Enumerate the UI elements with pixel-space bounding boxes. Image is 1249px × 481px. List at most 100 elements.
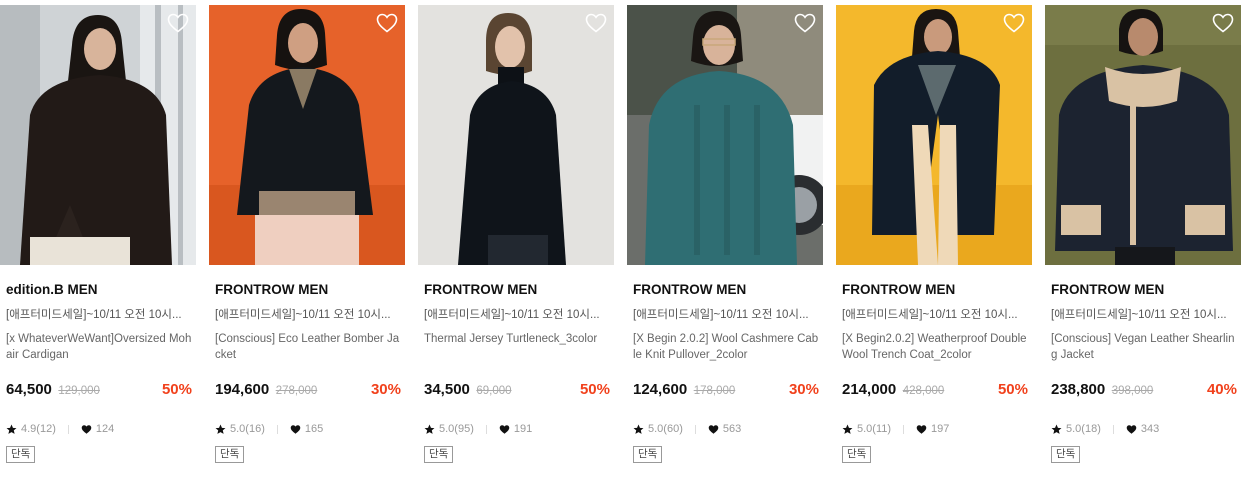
product-brand[interactable]: FRONTROW MEN xyxy=(842,282,955,297)
like-count: 343 xyxy=(1140,423,1160,435)
product-name[interactable]: [Conscious] Vegan Leather Shearling Jack… xyxy=(1051,331,1237,363)
discount-rate: 50% xyxy=(579,381,610,398)
product-brand[interactable]: FRONTROW MEN xyxy=(424,282,537,297)
product-promo: [애프터미드세일]~10/11 오전 10시... xyxy=(842,309,1018,321)
product-card[interactable]: FRONTROW MEN [애프터미드세일]~10/11 오전 10시... [… xyxy=(1045,5,1241,475)
sale-price: 34,500 xyxy=(424,381,470,398)
rating-text: 4.9(12) xyxy=(21,423,56,435)
product-card[interactable]: FRONTROW MEN [애프터미드세일]~10/11 오전 10시... [… xyxy=(209,5,405,475)
heart-filled-icon xyxy=(1126,424,1137,435)
product-meta: 5.0(60) 563 xyxy=(633,421,741,437)
price-row: 34,500 69,000 50% xyxy=(424,381,610,401)
star-icon xyxy=(633,424,644,435)
discount-rate: 40% xyxy=(1206,381,1237,398)
like-count: 191 xyxy=(513,423,533,435)
original-price: 428,000 xyxy=(902,385,945,397)
price-row: 214,000 428,000 50% xyxy=(842,381,1028,401)
product-image[interactable] xyxy=(627,5,823,265)
product-name[interactable]: Thermal Jersey Turtleneck_3color xyxy=(424,331,610,347)
original-price: 278,000 xyxy=(275,385,318,397)
product-meta: 5.0(16) 165 xyxy=(215,421,323,437)
discount-rate: 50% xyxy=(161,381,192,398)
product-promo: [애프터미드세일]~10/11 오전 10시... xyxy=(633,309,809,321)
price-row: 124,600 178,000 30% xyxy=(633,381,819,401)
heart-filled-icon xyxy=(81,424,92,435)
product-name[interactable]: [X Begin 2.0.2] Wool Cashmere Cable Knit… xyxy=(633,331,819,363)
star-icon xyxy=(424,424,435,435)
product-card[interactable]: edition.B MEN [애프터미드세일]~10/11 오전 10시... … xyxy=(0,5,196,475)
product-meta: 5.0(18) 343 xyxy=(1051,421,1159,437)
exclusive-badge: 단독 xyxy=(842,446,872,463)
product-promo: [애프터미드세일]~10/11 오전 10시... xyxy=(215,309,391,321)
product-brand[interactable]: edition.B MEN xyxy=(6,282,98,297)
sale-price: 214,000 xyxy=(842,381,897,398)
product-image[interactable] xyxy=(836,5,1032,265)
product-image[interactable] xyxy=(209,5,405,265)
product-meta: 5.0(11) 197 xyxy=(842,421,949,437)
product-brand[interactable]: FRONTROW MEN xyxy=(1051,282,1164,297)
product-promo: [애프터미드세일]~10/11 오전 10시... xyxy=(6,309,182,321)
product-image[interactable] xyxy=(418,5,614,265)
wishlist-heart-icon[interactable] xyxy=(584,11,608,35)
product-card[interactable]: FRONTROW MEN [애프터미드세일]~10/11 오전 10시... T… xyxy=(418,5,614,475)
rating-text: 5.0(11) xyxy=(857,423,892,435)
rating-text: 5.0(60) xyxy=(648,423,683,435)
heart-filled-icon xyxy=(290,424,301,435)
heart-filled-icon xyxy=(916,424,927,435)
exclusive-badge: 단독 xyxy=(215,446,245,463)
product-image[interactable] xyxy=(0,5,196,265)
rating-text: 5.0(95) xyxy=(439,423,474,435)
price-row: 64,500 129,000 50% xyxy=(6,381,192,401)
product-meta: 5.0(95) 191 xyxy=(424,421,532,437)
meta-divider xyxy=(1112,424,1114,434)
price-row: 194,600 278,000 30% xyxy=(215,381,401,401)
rating-text: 5.0(16) xyxy=(230,423,265,435)
wishlist-heart-icon[interactable] xyxy=(1211,11,1235,35)
sale-price: 238,800 xyxy=(1051,381,1106,398)
like-count: 165 xyxy=(304,423,324,435)
meta-divider xyxy=(276,424,278,434)
product-meta: 4.9(12) 124 xyxy=(6,421,114,437)
wishlist-heart-icon[interactable] xyxy=(793,11,817,35)
like-count: 197 xyxy=(931,423,950,435)
heart-filled-icon xyxy=(499,424,510,435)
sale-price: 64,500 xyxy=(6,381,52,398)
exclusive-badge: 단독 xyxy=(6,446,36,463)
product-promo: [애프터미드세일]~10/11 오전 10시... xyxy=(1051,309,1227,321)
sale-price: 194,600 xyxy=(215,381,270,398)
original-price: 129,000 xyxy=(58,385,100,397)
meta-divider xyxy=(694,424,696,434)
star-icon xyxy=(1051,424,1062,435)
wishlist-heart-icon[interactable] xyxy=(375,11,399,35)
product-image[interactable] xyxy=(1045,5,1241,265)
original-price: 178,000 xyxy=(693,385,736,397)
meta-divider xyxy=(67,424,69,434)
like-count: 563 xyxy=(722,423,742,435)
exclusive-badge: 단독 xyxy=(424,446,454,463)
exclusive-badge: 단독 xyxy=(1051,446,1081,463)
product-brand[interactable]: FRONTROW MEN xyxy=(633,282,746,297)
product-grid: edition.B MEN [애프터미드세일]~10/11 오전 10시... … xyxy=(0,0,1249,481)
meta-divider xyxy=(903,424,905,434)
original-price: 398,000 xyxy=(1111,385,1154,397)
discount-rate: 50% xyxy=(997,381,1028,398)
discount-rate: 30% xyxy=(370,381,401,398)
exclusive-badge: 단독 xyxy=(633,446,663,463)
product-name[interactable]: [X Begin2.0.2] Weatherproof Double Wool … xyxy=(842,331,1028,363)
product-card[interactable]: FRONTROW MEN [애프터미드세일]~10/11 오전 10시... [… xyxy=(627,5,823,475)
sale-price: 124,600 xyxy=(633,381,688,398)
like-count: 124 xyxy=(95,423,115,435)
product-card[interactable]: FRONTROW MEN [애프터미드세일]~10/11 오전 10시... [… xyxy=(836,5,1032,475)
star-icon xyxy=(215,424,226,435)
heart-filled-icon xyxy=(708,424,719,435)
rating-text: 5.0(18) xyxy=(1066,423,1101,435)
product-name[interactable]: [Conscious] Eco Leather Bomber Jacket xyxy=(215,331,401,363)
product-name[interactable]: [x WhateverWeWant]Oversized Mohair Cardi… xyxy=(6,331,192,363)
wishlist-heart-icon[interactable] xyxy=(166,11,190,35)
discount-rate: 30% xyxy=(788,381,819,398)
wishlist-heart-icon[interactable] xyxy=(1002,11,1026,35)
product-brand[interactable]: FRONTROW MEN xyxy=(215,282,328,297)
product-promo: [애프터미드세일]~10/11 오전 10시... xyxy=(424,309,600,321)
meta-divider xyxy=(485,424,487,434)
price-row: 238,800 398,000 40% xyxy=(1051,381,1237,401)
